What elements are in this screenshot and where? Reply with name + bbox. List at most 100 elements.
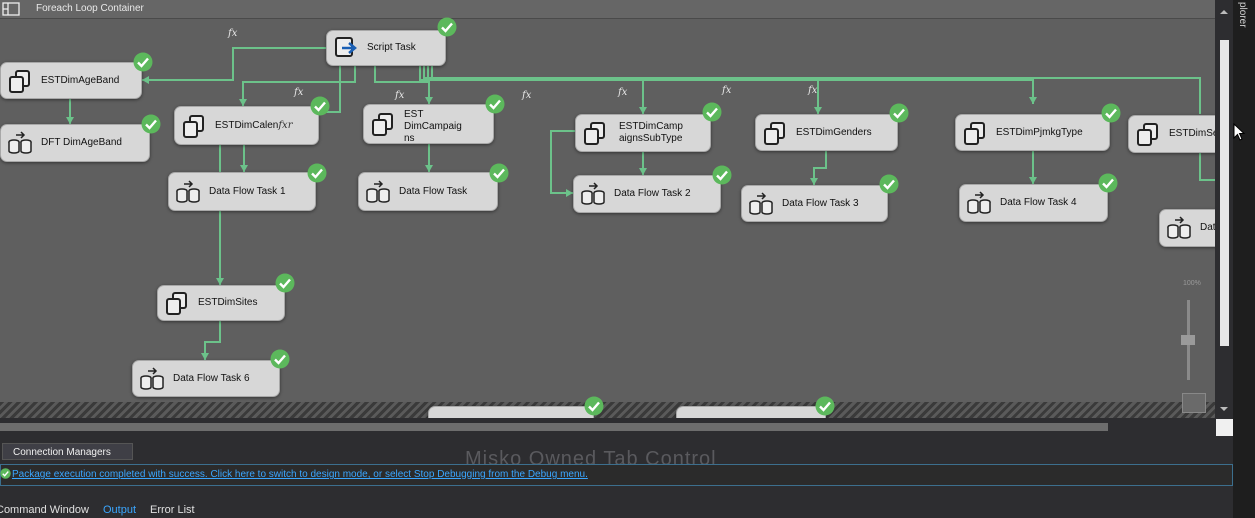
tab-output[interactable]: Output [103, 504, 136, 516]
execute-sql-task-icon [9, 69, 30, 93]
success-check-icon [437, 17, 457, 37]
success-check-icon [489, 163, 509, 183]
task-est-dim-genders[interactable]: ESTDimGenders [755, 114, 898, 151]
zoom-level: 100% [1183, 280, 1201, 287]
data-flow-task-icon [967, 191, 991, 214]
vertical-scrollbar-thumb[interactable] [1220, 40, 1229, 346]
task-label: EST DimCampaig ns [404, 109, 489, 141]
scroll-up-icon[interactable] [1218, 8, 1230, 16]
expression-fx-icon: fx [395, 90, 405, 101]
task-data-flow-task-1[interactable]: Data Flow Task 1 [168, 172, 316, 211]
mouse-cursor-icon [1233, 123, 1246, 141]
task-label: DFT DimAgeBand [41, 137, 122, 148]
task-label: Data Flow Task 3 [782, 197, 859, 209]
tab-error-list[interactable]: Error List [150, 504, 195, 516]
container-bottom-border [0, 402, 1215, 418]
success-check-icon [1098, 173, 1118, 193]
task-script-task[interactable]: Script Task [326, 30, 446, 66]
tab-connection-managers[interactable]: Connection Managers [2, 443, 133, 460]
task-est-dim-calen[interactable]: ESTDimCalenfxr [174, 106, 319, 145]
success-check-icon [141, 114, 161, 134]
success-check-icon [485, 94, 505, 114]
task-label-line: DimCampaig [404, 121, 462, 132]
data-flow-task-icon [1167, 216, 1191, 239]
task-label: ESTDimCamp aignsSubType [619, 121, 706, 145]
execute-sql-task-icon [372, 113, 393, 136]
success-check-icon [307, 163, 327, 183]
success-check-icon [270, 349, 290, 369]
task-label-line: ns [404, 133, 415, 141]
data-flow-task-icon [581, 182, 605, 205]
expression-fx-icon: fx [618, 87, 628, 98]
data-flow-task-icon [140, 366, 164, 390]
execute-sql-task-icon [584, 122, 605, 145]
task-label: Data Flow Task 4 [1000, 197, 1077, 208]
data-flow-task-icon [749, 191, 773, 215]
task-label: Script Task [367, 42, 416, 53]
solution-explorer-collapsed[interactable] [1233, 0, 1255, 518]
success-check-icon [815, 396, 835, 416]
task-est-dim-sites[interactable]: ESTDimSites [157, 285, 285, 321]
task-label: ESTDimSe [1169, 128, 1215, 139]
expression-fx-icon: fx [808, 85, 818, 96]
task-est-dim-campaigns[interactable]: EST DimCampaig ns [363, 104, 494, 144]
success-check-icon [879, 174, 899, 194]
zoom-slider-thumb[interactable] [1181, 335, 1195, 345]
task-est-dim-pjmkg-type[interactable]: ESTDimPjmkgType [955, 114, 1110, 151]
horizontal-scrollbar-thumb[interactable] [0, 423, 1108, 431]
data-flow-task-icon [366, 179, 390, 203]
task-label: ESTDimCalenfxr [215, 120, 314, 132]
data-flow-task-icon [8, 131, 32, 154]
switch-to-design-mode-link[interactable]: Package execution completed with success… [12, 469, 588, 480]
side-panel-label[interactable]: plorer [1237, 2, 1248, 28]
expression-fx-icon: fx [722, 85, 732, 96]
container-title: Foreach Loop Container [36, 3, 144, 14]
expression-fx-icon: fxr [278, 119, 293, 131]
design-canvas[interactable]: Foreach Loop Container fx fx fx fx fx fx… [0, 0, 1215, 418]
success-check-icon [133, 52, 153, 72]
task-label-line: ESTDimCamp [619, 121, 683, 132]
success-check-icon [0, 468, 11, 479]
task-label-line: aignsSubType [619, 133, 683, 144]
task-est-dim-se[interactable]: ESTDimSe [1128, 115, 1215, 153]
task-est-dim-campaigns-subtype[interactable]: ESTDimCamp aignsSubType [575, 114, 711, 152]
task-label: ESTDimPjmkgType [996, 126, 1083, 138]
expression-fx-icon: fx [522, 90, 532, 101]
task-data-flow-task-5[interactable]: Dat [1159, 209, 1215, 247]
execute-sql-task-icon [183, 114, 204, 138]
task-label: Data Flow Task 2 [614, 188, 691, 199]
expression-fx-icon: fx [294, 87, 304, 98]
task-partial-bottom-left[interactable] [428, 406, 594, 418]
execute-sql-task-icon [964, 121, 985, 145]
tab-command-window[interactable]: Command Window [0, 504, 89, 516]
success-check-icon [712, 165, 732, 185]
execute-sql-task-icon [1137, 123, 1158, 146]
task-label-line: EST [404, 109, 424, 120]
success-check-icon [275, 273, 295, 293]
data-flow-task-icon [176, 179, 200, 203]
scrollbar-corner [1216, 419, 1233, 436]
task-label-text: ESTDimCalen [215, 119, 279, 131]
script-task-icon [335, 37, 357, 57]
zoom-to-fit-button[interactable] [1182, 393, 1206, 413]
task-data-flow-task-6[interactable]: Data Flow Task 6 [132, 360, 280, 397]
task-est-dim-age-band[interactable]: ESTDimAgeBand [0, 62, 142, 99]
task-data-flow-task-2[interactable]: Data Flow Task 2 [573, 175, 721, 213]
task-data-flow-task[interactable]: Data Flow Task [358, 172, 498, 211]
container-collapse-icon[interactable] [2, 2, 20, 16]
task-dft-dim-age-band[interactable]: DFT DimAgeBand [0, 124, 150, 162]
scroll-down-icon[interactable] [1218, 405, 1230, 413]
container-header[interactable]: Foreach Loop Container [0, 0, 1215, 19]
execute-sql-task-icon [764, 121, 785, 145]
task-label: Data Flow Task 1 [209, 185, 286, 197]
success-check-icon [1101, 103, 1121, 123]
task-label: ESTDimAgeBand [41, 74, 120, 86]
task-data-flow-task-4[interactable]: Data Flow Task 4 [959, 184, 1108, 222]
expression-fx-icon: fx [228, 28, 238, 39]
task-data-flow-task-3[interactable]: Data Flow Task 3 [741, 185, 888, 222]
task-label: Data Flow Task 6 [173, 372, 250, 384]
success-check-icon [310, 96, 330, 116]
task-label: Data Flow Task [399, 185, 468, 197]
success-check-icon [702, 102, 722, 122]
task-partial-bottom-right[interactable] [676, 406, 826, 418]
